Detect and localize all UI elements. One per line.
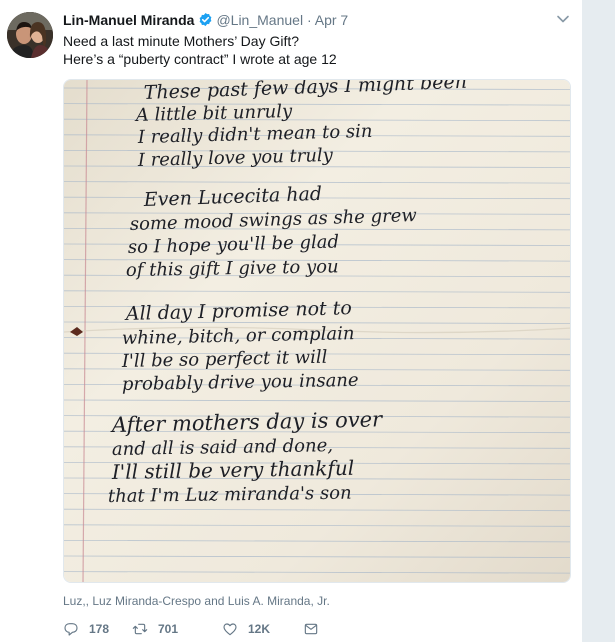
like-icon xyxy=(223,623,237,636)
poem-line-8: of this gift I give to you xyxy=(126,256,339,281)
poem-line-11: I'll be so perfect it will xyxy=(121,347,328,372)
poem-line-12: probably drive you insane xyxy=(122,370,359,395)
avatar[interactable] xyxy=(7,12,53,58)
message-button[interactable] xyxy=(303,618,329,640)
poem-line-16: that I'm Luz miranda's son xyxy=(108,483,352,507)
poem-line-15: I'll still be very thankful xyxy=(111,456,355,484)
handwritten-note: These past few days I might beenA little… xyxy=(64,80,570,582)
tweet-photo[interactable]: These past few days I might been A little… xyxy=(63,79,571,583)
tweet-date[interactable]: Apr 7 xyxy=(315,12,348,28)
tweet-card: Lin-Manuel Miranda @Lin_Manuel · Apr 7 Ne… xyxy=(0,0,582,642)
tagged-users[interactable]: Luz,, Luz Miranda-Crespo and Luis A. Mir… xyxy=(63,594,330,609)
tweet-header: Lin-Manuel Miranda @Lin_Manuel · Apr 7 xyxy=(63,11,348,29)
tweet-actions: 178 701 12K xyxy=(63,618,363,640)
poem-line-2: A little bit unruly xyxy=(134,101,294,126)
verified-icon xyxy=(198,12,213,27)
author-name[interactable]: Lin-Manuel Miranda xyxy=(63,12,194,28)
message-icon xyxy=(304,623,318,635)
retweet-icon xyxy=(132,623,148,635)
retweet-count: 701 xyxy=(158,622,179,636)
separator-dot: · xyxy=(306,12,312,28)
like-count: 12K xyxy=(248,622,271,636)
retweet-button[interactable]: 701 xyxy=(132,618,178,640)
reply-button[interactable]: 178 xyxy=(63,618,109,640)
author-handle[interactable]: @Lin_Manuel xyxy=(216,12,303,28)
caret-down-icon[interactable] xyxy=(556,12,570,26)
like-button[interactable]: 12K xyxy=(222,618,270,640)
tweet-text-line-2: Here’s a “puberty contract” I wrote at a… xyxy=(63,51,337,67)
page-background xyxy=(582,0,615,642)
reply-icon xyxy=(64,623,78,636)
tweet-text-line-1: Need a last minute Mothers’ Day Gift? xyxy=(63,33,300,49)
reply-count: 178 xyxy=(89,622,110,636)
